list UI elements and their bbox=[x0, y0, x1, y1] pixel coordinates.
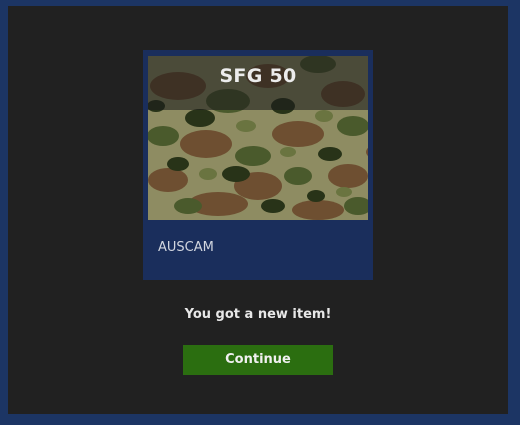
item-name: AUSCAM bbox=[158, 240, 214, 255]
continue-button[interactable]: Continue bbox=[183, 345, 333, 375]
item-title-overlay: SFG 50 bbox=[148, 56, 368, 110]
new-item-dialog: SFG 50 AUSCAM You got a new item! Contin… bbox=[8, 6, 508, 414]
item-image: SFG 50 bbox=[148, 56, 368, 220]
item-title: SFG 50 bbox=[219, 65, 297, 87]
new-item-message: You got a new item! bbox=[184, 307, 332, 322]
item-card: SFG 50 AUSCAM bbox=[143, 50, 373, 280]
